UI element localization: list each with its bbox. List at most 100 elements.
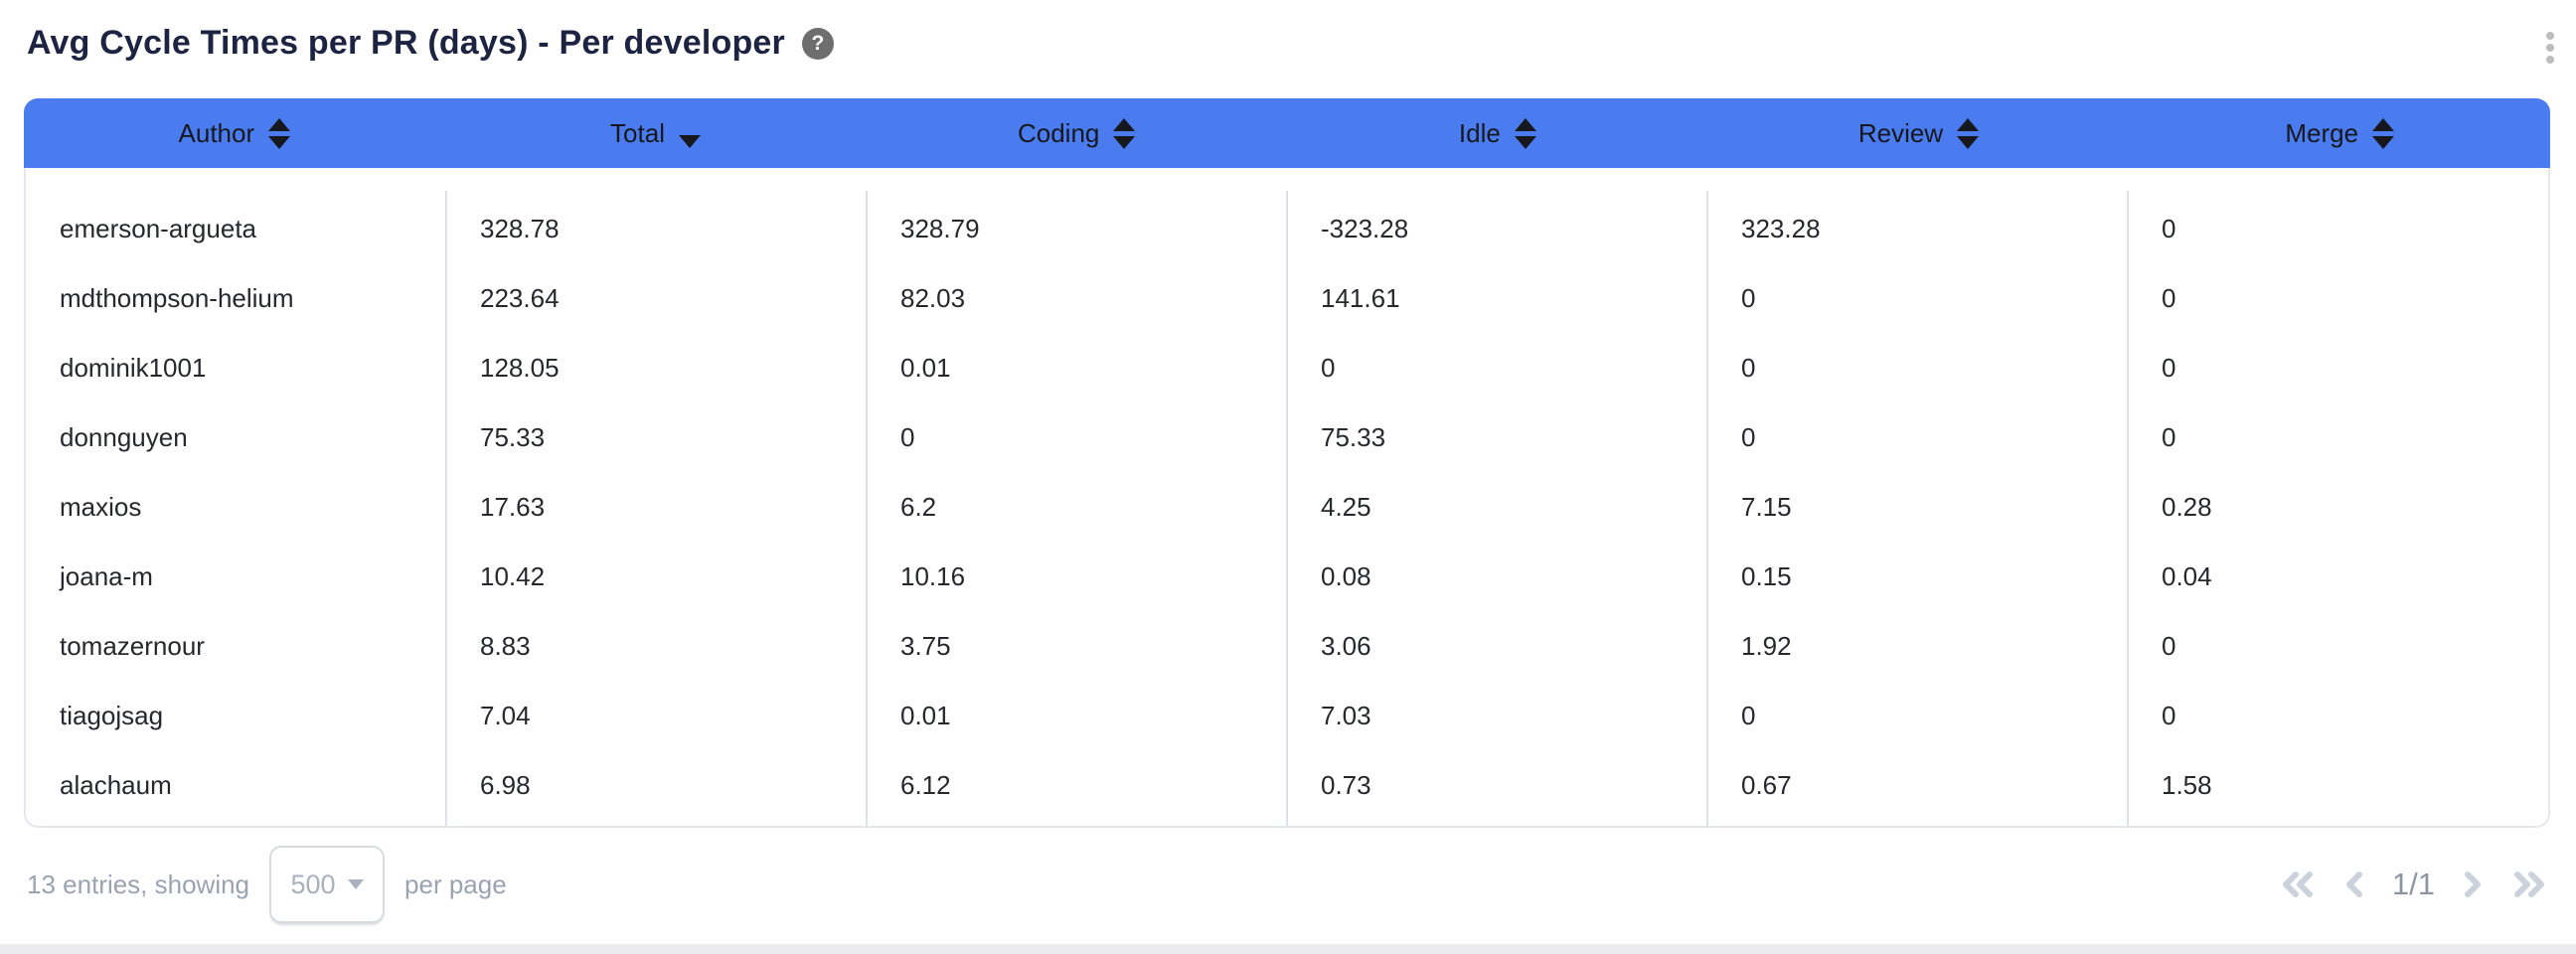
author-cell: alachaum — [26, 770, 446, 801]
value-cell: 6.2 — [867, 492, 1287, 523]
author-cell: tiagojsag — [26, 701, 446, 731]
author-cell: maxios — [26, 492, 446, 523]
column-header-author[interactable]: Author — [24, 98, 445, 168]
value-cell: 7.03 — [1287, 701, 1707, 731]
value-cell: 0 — [2128, 631, 2548, 662]
double-chevron-right-icon — [2510, 868, 2550, 901]
page-indicator: 1/1 — [2390, 867, 2437, 902]
table-row: mdthompson-helium223.6482.03141.6100 — [26, 263, 2548, 333]
column-label: Author — [179, 118, 255, 149]
chevron-right-icon — [2461, 868, 2487, 901]
value-cell: 323.28 — [1707, 214, 2128, 244]
chevron-down-icon — [348, 879, 364, 889]
pagination: 1/1 — [2277, 846, 2550, 923]
column-label: Coding — [1018, 118, 1099, 149]
page-title: Avg Cycle Times per PR (days) - Per deve… — [27, 24, 785, 63]
value-cell: 128.05 — [446, 353, 867, 384]
table-footer: 13 entries, showing 500 per page 1/1 — [27, 846, 2550, 923]
value-cell: 0 — [2128, 701, 2548, 731]
value-cell: 0 — [2128, 422, 2548, 453]
widget-header: Avg Cycle Times per PR (days) - Per deve… — [27, 24, 834, 63]
value-cell: 0 — [1287, 353, 1707, 384]
kebab-menu-icon[interactable] — [2540, 28, 2560, 68]
author-cell: dominik1001 — [26, 353, 446, 384]
value-cell: 3.75 — [867, 631, 1287, 662]
sort-desc-icon — [679, 115, 701, 151]
value-cell: 17.63 — [446, 492, 867, 523]
value-cell: 223.64 — [446, 283, 867, 314]
column-header-coding[interactable]: Coding — [866, 98, 1287, 168]
sort-icon — [1113, 115, 1135, 151]
value-cell: 0 — [1707, 701, 2128, 731]
value-cell: 0 — [2128, 214, 2548, 244]
author-cell: joana-m — [26, 561, 446, 592]
help-icon[interactable]: ? — [802, 28, 834, 60]
table-row: tiagojsag7.040.017.0300 — [26, 681, 2548, 750]
value-cell: 10.42 — [446, 561, 867, 592]
page-size-value: 500 — [291, 870, 336, 900]
column-label: Merge — [2285, 118, 2358, 149]
author-cell: donnguyen — [26, 422, 446, 453]
prev-page-button[interactable] — [2340, 868, 2366, 901]
value-cell: 8.83 — [446, 631, 867, 662]
value-cell: 7.04 — [446, 701, 867, 731]
column-header-review[interactable]: Review — [1708, 98, 2130, 168]
column-header-merge[interactable]: Merge — [2129, 98, 2550, 168]
kebab-dot — [2546, 56, 2554, 64]
kebab-dot — [2546, 32, 2554, 40]
value-cell: 141.61 — [1287, 283, 1707, 314]
table-body: emerson-argueta328.78328.79-323.28323.28… — [24, 168, 2550, 828]
table-row: emerson-argueta328.78328.79-323.28323.28… — [26, 194, 2548, 263]
value-cell: 0 — [1707, 422, 2128, 453]
table-row: joana-m10.4210.160.080.150.04 — [26, 542, 2548, 611]
sort-icon — [268, 115, 290, 151]
table-row: maxios17.636.24.257.150.28 — [26, 472, 2548, 542]
value-cell: 0 — [2128, 283, 2548, 314]
entries-count-text: 13 entries, showing — [27, 870, 249, 900]
author-cell: tomazernour — [26, 631, 446, 662]
value-cell: 6.12 — [867, 770, 1287, 801]
column-label: Idle — [1459, 118, 1501, 149]
value-cell: 7.15 — [1707, 492, 2128, 523]
value-cell: 0.04 — [2128, 561, 2548, 592]
value-cell: 0 — [2128, 353, 2548, 384]
table-row: alachaum6.986.120.730.671.58 — [26, 750, 2548, 820]
per-page-text: per page — [404, 870, 507, 900]
value-cell: 0.08 — [1287, 561, 1707, 592]
value-cell: 0 — [1707, 353, 2128, 384]
first-page-button[interactable] — [2277, 868, 2317, 901]
next-page-button[interactable] — [2461, 868, 2487, 901]
table-row: donnguyen75.33075.3300 — [26, 402, 2548, 472]
value-cell: 1.92 — [1707, 631, 2128, 662]
value-cell: 0 — [1707, 283, 2128, 314]
page-size-dropdown[interactable]: 500 — [269, 846, 385, 923]
value-cell: 328.79 — [867, 214, 1287, 244]
author-cell: emerson-argueta — [26, 214, 446, 244]
value-cell: -323.28 — [1287, 214, 1707, 244]
value-cell: 0.15 — [1707, 561, 2128, 592]
value-cell: 82.03 — [867, 283, 1287, 314]
table-row: tomazernour8.833.753.061.920 — [26, 611, 2548, 681]
double-chevron-left-icon — [2277, 868, 2317, 901]
value-cell: 1.58 — [2128, 770, 2548, 801]
value-cell: 0.01 — [867, 353, 1287, 384]
value-cell: 0 — [867, 422, 1287, 453]
value-cell: 3.06 — [1287, 631, 1707, 662]
author-cell: mdthompson-helium — [26, 283, 446, 314]
value-cell: 328.78 — [446, 214, 867, 244]
table-body-rows: emerson-argueta328.78328.79-323.28323.28… — [26, 194, 2548, 820]
column-header-idle[interactable]: Idle — [1287, 98, 1708, 168]
sort-icon — [1515, 115, 1536, 151]
value-cell: 0.67 — [1707, 770, 2128, 801]
chevron-left-icon — [2340, 868, 2366, 901]
column-label: Review — [1858, 118, 1943, 149]
value-cell: 75.33 — [446, 422, 867, 453]
bottom-divider — [0, 944, 2576, 954]
last-page-button[interactable] — [2510, 868, 2550, 901]
value-cell: 0.28 — [2128, 492, 2548, 523]
column-header-total[interactable]: Total — [445, 98, 867, 168]
value-cell: 10.16 — [867, 561, 1287, 592]
value-cell: 75.33 — [1287, 422, 1707, 453]
sort-icon — [1957, 115, 1979, 151]
kebab-dot — [2546, 44, 2554, 52]
